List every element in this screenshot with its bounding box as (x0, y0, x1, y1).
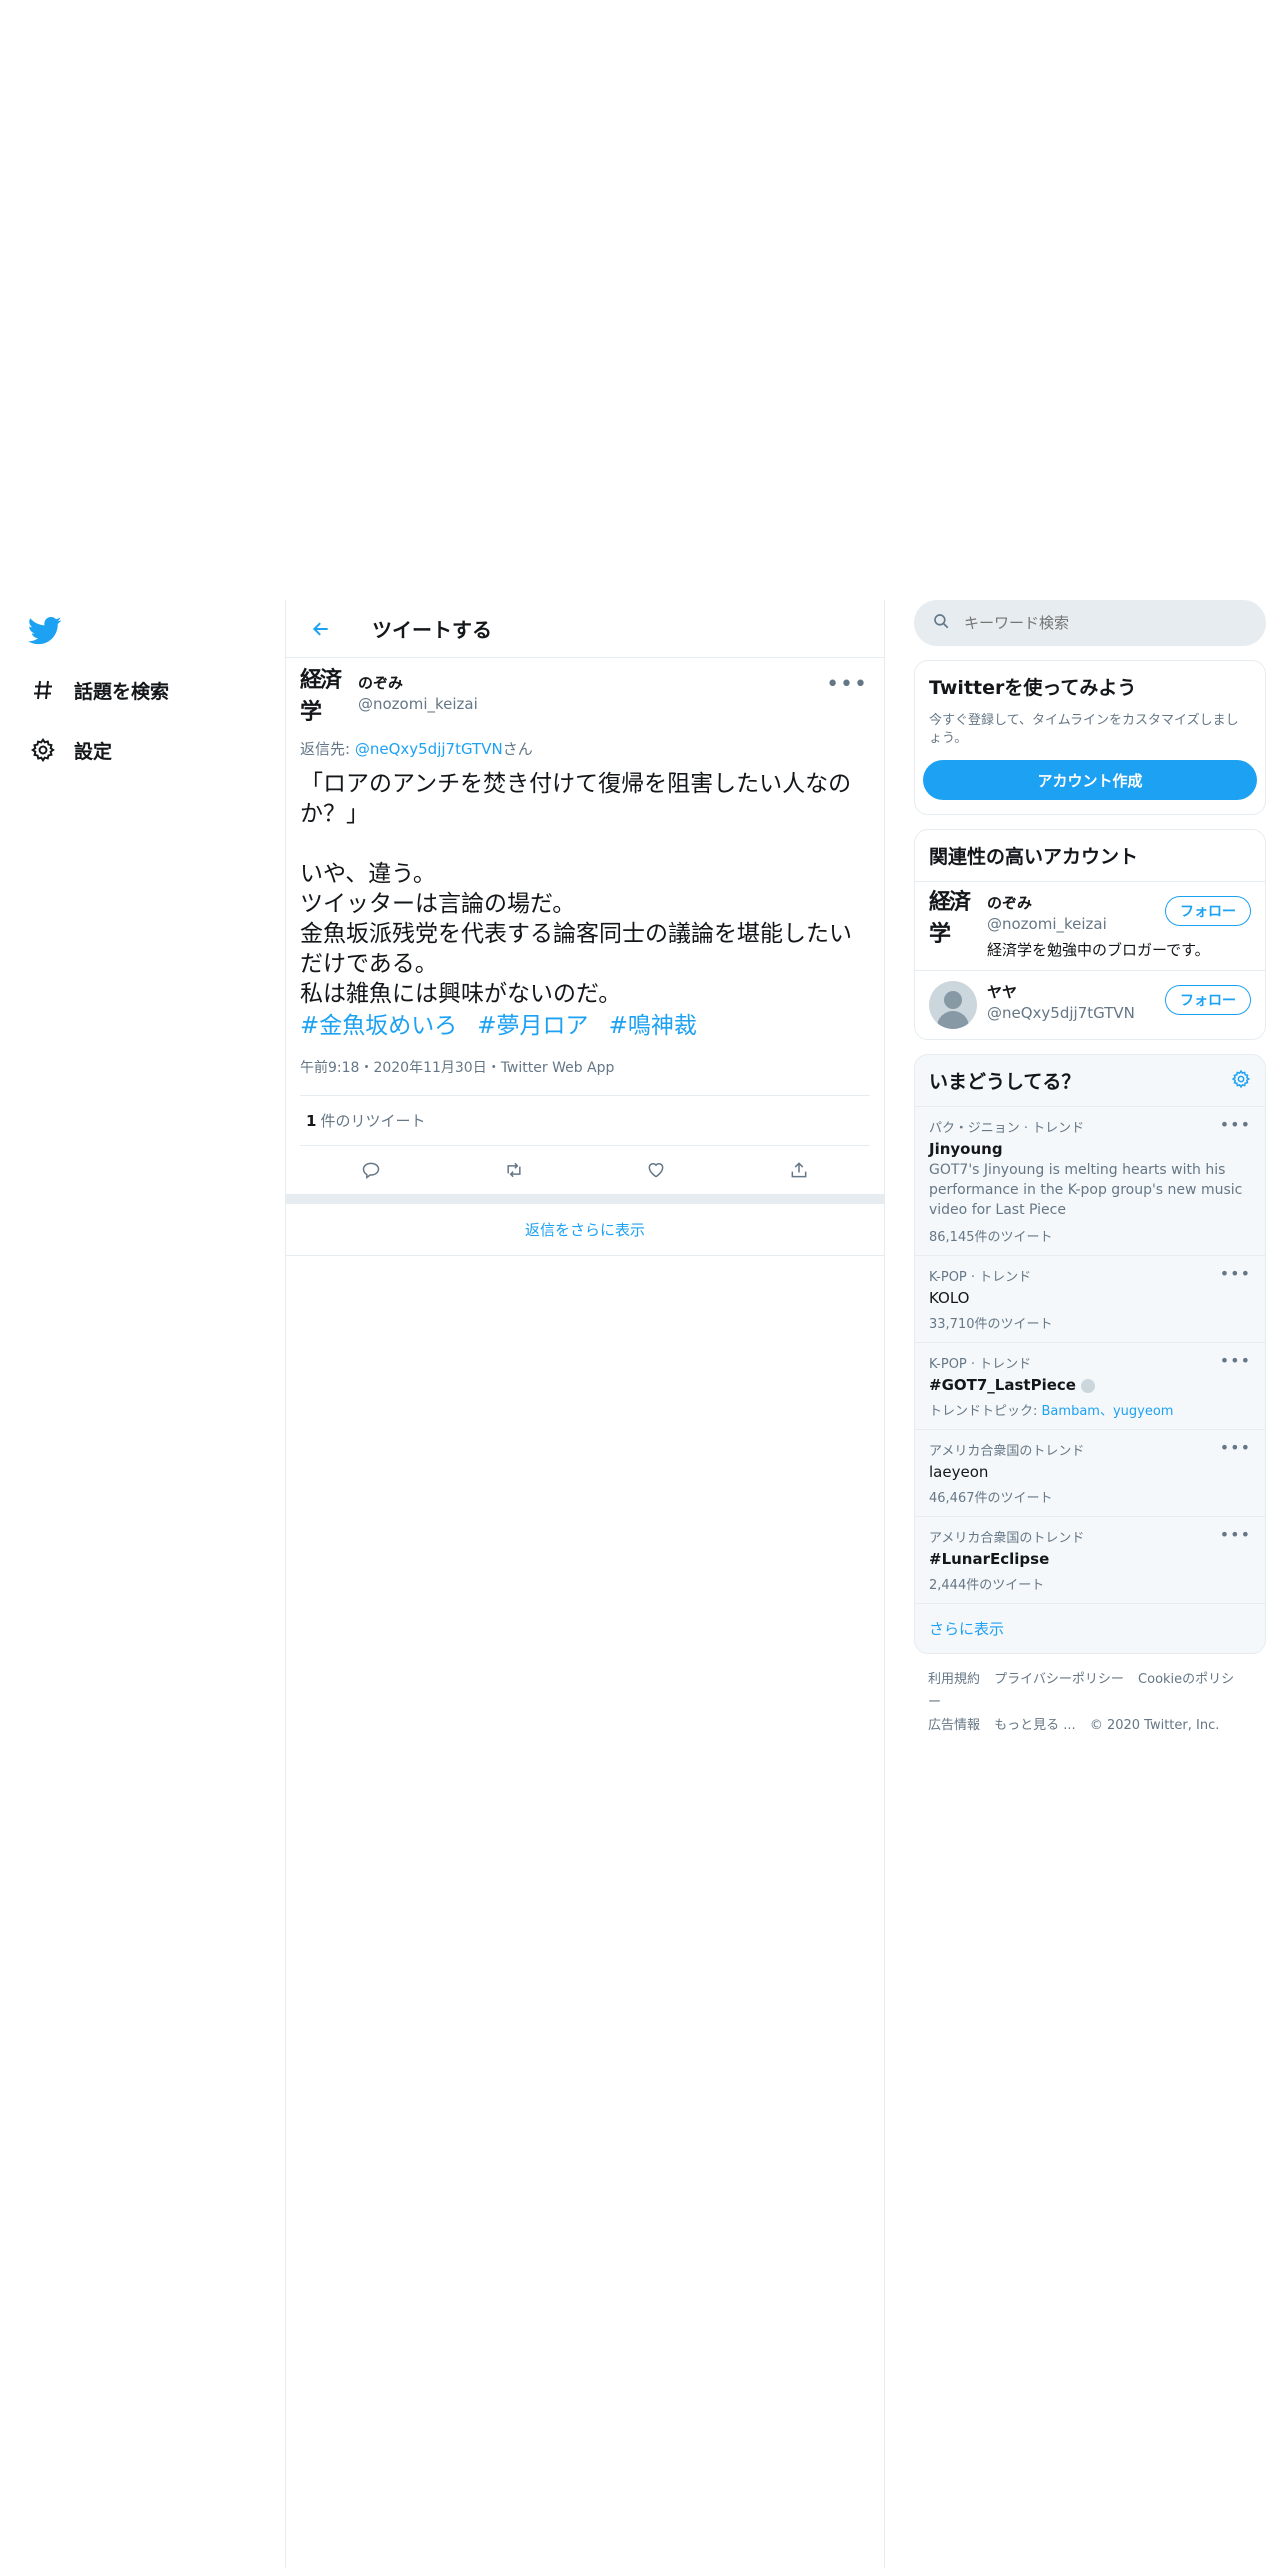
avatar[interactable]: 経済学 (300, 667, 348, 725)
reply-suffix: さん (502, 740, 533, 758)
divider (286, 1194, 884, 1204)
tweet-header: 経済学 のぞみ @nozomi_keizai (300, 666, 870, 725)
retweet-count-row[interactable]: 1 件のリツイート (300, 1096, 870, 1146)
follow-button[interactable]: フォロー (1165, 896, 1251, 926)
default-avatar-icon (929, 981, 977, 1029)
create-account-button[interactable]: アカウント作成 (923, 760, 1257, 800)
hashtag-link[interactable]: #鳴神裁 (609, 1013, 697, 1039)
trend-context: アメリカ合衆国のトレンド (929, 1444, 1085, 1459)
reply-prefix: 返信先: (300, 740, 355, 758)
search-icon (932, 612, 950, 634)
trend-item[interactable]: K-POP · トレンド #GOT7_LastPiece トレンドトピック: B… (915, 1343, 1265, 1430)
more-options-icon[interactable]: ••• (1220, 1525, 1251, 1544)
more-options-icon[interactable]: ••• (1220, 1264, 1251, 1283)
show-more-trends-link[interactable]: さらに表示 (915, 1604, 1265, 1653)
right-sidebar: Twitterを使ってみよう 今すぐ登録して、タイムラインをカスタマイズしましょ… (914, 600, 1266, 1751)
trend-context: K-POP · トレンド (929, 1270, 1032, 1285)
nav-explore[interactable]: 話題を検索 (28, 670, 169, 710)
tweet-actions (300, 1146, 870, 1194)
account-bio: 経済学を勉強中のブロガーです。 (987, 941, 1210, 959)
related-account[interactable]: 経済学 のぞみ @nozomi_keizai 経済学を勉強中のブロガーです。 フ… (915, 881, 1265, 970)
related-accounts-card: 関連性の高いアカウント 経済学 のぞみ @nozomi_keizai 経済学を勉… (914, 829, 1266, 1040)
nav-settings-label: 設定 (74, 740, 113, 763)
gear-icon[interactable] (1231, 1069, 1251, 1093)
trends-header: いまどうしてる？ (915, 1055, 1265, 1107)
trend-count: 2,444件のツイート (929, 1578, 1045, 1593)
trend-topics: トレンドトピック: Bambam、yugyeom (929, 1404, 1174, 1419)
trend-item[interactable]: パク・ジニョン · トレンド Jinyoung GOT7's Jinyoung … (915, 1107, 1265, 1256)
trend-count: 46,467件のツイート (929, 1491, 1053, 1506)
share-icon[interactable] (779, 1150, 819, 1190)
related-account[interactable]: ヤヤ @neQxy5djj7tGTVN フォロー (915, 970, 1265, 1039)
trend-name: laeyeon (929, 1463, 989, 1481)
reply-icon[interactable] (351, 1150, 391, 1190)
hashtag-link[interactable]: #夢月ロア (477, 1013, 588, 1039)
trend-context: アメリカ合衆国のトレンド (929, 1531, 1085, 1546)
hashtag-icon (28, 675, 58, 705)
twitter-logo-icon[interactable] (27, 616, 62, 646)
account-name: ヤヤ (987, 983, 1018, 1001)
author-name[interactable]: のぞみ (358, 672, 478, 693)
trend-name: #LunarEclipse (929, 1550, 1050, 1568)
trend-context: パク・ジニョン · トレンド (929, 1121, 1085, 1136)
related-accounts-title: 関連性の高いアカウント (929, 846, 1139, 868)
main-column: ツイートする 経済学 のぞみ @nozomi_keizai ••• 返信先: @… (285, 600, 885, 2568)
copyright: © 2020 Twitter, Inc. (1089, 1718, 1220, 1733)
retweet-count: 1 (306, 1111, 317, 1130)
nav-settings[interactable]: 設定 (28, 730, 112, 770)
hashflag-icon (1081, 1378, 1096, 1393)
reply-to-line: 返信先: @neQxy5djj7tGTVNさん (300, 738, 870, 759)
follow-button[interactable]: フォロー (1165, 985, 1251, 1015)
footer: 利用規約 プライバシーポリシー Cookieのポリシー 広告情報 もっと見る .… (914, 1654, 1266, 1751)
search-box (914, 600, 1266, 646)
search-input[interactable] (964, 614, 1224, 632)
back-arrow-icon[interactable] (306, 614, 336, 644)
trend-count: 86,145件のツイート (929, 1230, 1053, 1245)
tweet-timestamp[interactable]: 午前9:18・2020年11月30日・Twitter Web App (300, 1057, 870, 1096)
footer-link-privacy[interactable]: プライバシーポリシー (994, 1672, 1124, 1687)
trend-context: K-POP · トレンド (929, 1357, 1032, 1372)
more-options-icon[interactable]: ••• (1220, 1438, 1251, 1457)
footer-link-more[interactable]: もっと見る ... (994, 1718, 1076, 1733)
page-header: ツイートする (286, 600, 884, 658)
trend-description: GOT7's Jinyoung is melting hearts with h… (929, 1162, 1243, 1218)
trend-name: Jinyoung (929, 1140, 1003, 1158)
trend-item[interactable]: K-POP · トレンド KOLO 33,710件のツイート ••• (915, 1256, 1265, 1343)
reply-to-handle-link[interactable]: @neQxy5djj7tGTVN (355, 740, 503, 758)
like-icon[interactable] (636, 1150, 676, 1190)
trend-topic-links[interactable]: Bambam、yugyeom (1042, 1404, 1174, 1419)
hashtag-link[interactable]: #金魚坂めいろ (300, 1013, 457, 1039)
more-options-icon[interactable]: ••• (826, 672, 868, 697)
trends-title: いまどうしてる？ (929, 1071, 1081, 1093)
signup-description: 今すぐ登録して、タイムラインをカスタマイズしましょう。 (929, 713, 1239, 746)
footer-link-ads[interactable]: 広告情報 (928, 1718, 980, 1733)
more-options-icon[interactable]: ••• (1220, 1351, 1251, 1370)
more-options-icon[interactable]: ••• (1220, 1115, 1251, 1134)
footer-link-terms[interactable]: 利用規約 (928, 1672, 980, 1687)
page-title: ツイートする (372, 618, 492, 642)
hashtags: #金魚坂めいろ #夢月ロア #鳴神裁 (300, 1009, 870, 1043)
account-handle: @neQxy5djj7tGTVN (987, 1004, 1135, 1022)
signup-title: Twitterを使ってみよう (929, 677, 1137, 699)
gear-icon (28, 735, 58, 765)
author-handle[interactable]: @nozomi_keizai (358, 695, 478, 713)
trend-item[interactable]: アメリカ合衆国のトレンド laeyeon 46,467件のツイート ••• (915, 1430, 1265, 1517)
retweet-count-label: 件のリツイート (320, 1112, 426, 1130)
trend-name: #GOT7_LastPiece (929, 1376, 1251, 1394)
nav-explore-label: 話題を検索 (74, 680, 170, 703)
trend-item[interactable]: アメリカ合衆国のトレンド #LunarEclipse 2,444件のツイート •… (915, 1517, 1265, 1604)
tweet-text: 「ロアのアンチを焚き付けて復帰を阻害したい人なのか？」 いや、違う。 ツイッター… (300, 771, 852, 1007)
show-more-replies-button[interactable]: 返信をさらに表示 (286, 1204, 884, 1256)
avatar: 経済学 (929, 889, 971, 947)
trend-name: KOLO (929, 1289, 970, 1307)
trend-count: 33,710件のツイート (929, 1317, 1053, 1332)
retweet-icon[interactable] (494, 1150, 534, 1190)
signup-card: Twitterを使ってみよう 今すぐ登録して、タイムラインをカスタマイズしましょ… (914, 660, 1266, 815)
tweet: 経済学 のぞみ @nozomi_keizai ••• 返信先: @neQxy5d… (286, 658, 884, 1194)
trends-card: いまどうしてる？ パク・ジニョン · トレンド Jinyoung GOT7's … (914, 1054, 1266, 1654)
